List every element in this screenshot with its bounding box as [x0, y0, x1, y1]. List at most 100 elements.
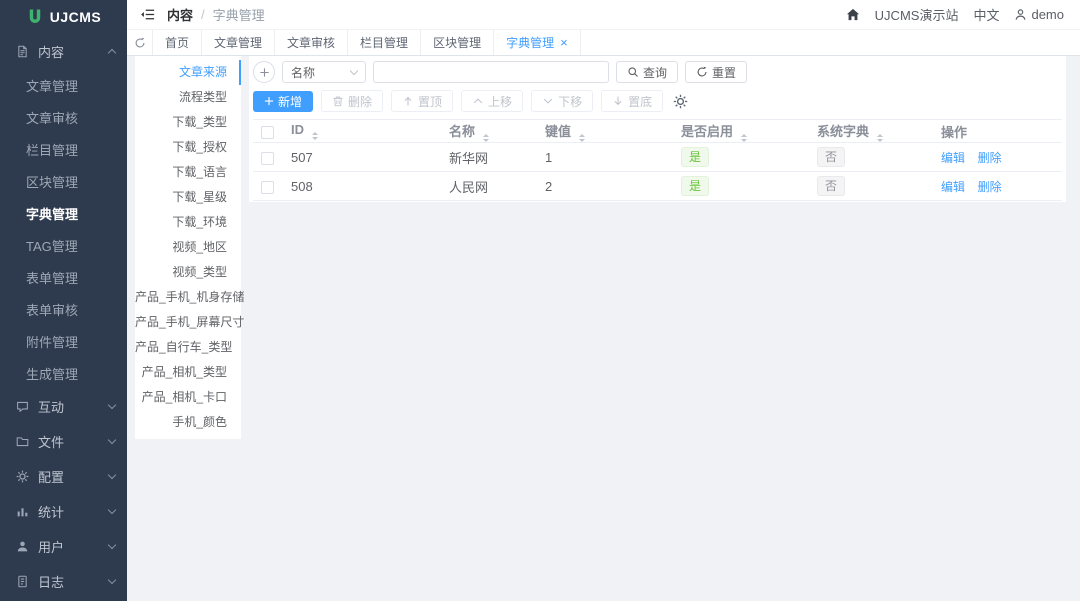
dict-type-item[interactable]: 产品_手机_屏幕尺寸	[135, 310, 244, 335]
filter-field-value: 名称	[291, 65, 316, 80]
sidebar-item-label: 文章审核	[26, 110, 79, 126]
dict-type-item[interactable]: 流程类型	[135, 85, 241, 110]
dict-type-item[interactable]: 视频_类型	[135, 260, 241, 285]
edit-link[interactable]: 编辑	[941, 180, 965, 194]
sidebar-item[interactable]: 日志	[0, 564, 127, 599]
sidebar-item[interactable]: 生成管理	[0, 357, 127, 389]
sidebar-item[interactable]: 配置	[0, 459, 127, 494]
sort-carets[interactable]	[311, 132, 318, 140]
filter-field-select[interactable]: 名称	[282, 61, 366, 83]
system-badge: 否	[817, 176, 846, 196]
sidebar-item[interactable]: TAG管理	[0, 229, 127, 261]
reset-button[interactable]: 重置	[685, 61, 748, 83]
filter-value-input[interactable]	[373, 61, 609, 83]
sidebar-item[interactable]: 互动	[0, 389, 127, 424]
sidebar-fold-button[interactable]	[140, 8, 155, 21]
sort-carets[interactable]	[482, 133, 489, 142]
sidebar-item[interactable]: 表单审核	[0, 293, 127, 325]
delete-button[interactable]: 删除	[321, 90, 384, 112]
tab[interactable]: 首页	[153, 30, 203, 55]
sidebar-item[interactable]: 表单管理	[0, 261, 127, 293]
row-checkbox[interactable]	[260, 151, 274, 165]
sidebar-menu: 内容 文章管理 文章审核 栏目管理 区块管理 字典管理 TAG管理 表单管理 表…	[0, 34, 127, 599]
query-button[interactable]: 查询	[616, 61, 679, 83]
dict-type-label: 文章来源	[178, 65, 227, 79]
user-menu[interactable]: demo	[1014, 7, 1064, 22]
dict-type-item[interactable]: 下载_授权	[135, 135, 241, 160]
brand-logo[interactable]: UJCMS	[0, 2, 127, 32]
sidebar-item[interactable]: 栏目管理	[0, 133, 127, 165]
column-settings-button[interactable]	[673, 94, 688, 109]
dict-type-label: 下载_星级	[172, 190, 227, 204]
brand-name: UJCMS	[49, 9, 102, 25]
sidebar-item-label: 内容	[38, 45, 65, 60]
dict-type-item[interactable]: 产品_自行车_类型	[135, 335, 241, 360]
column-header[interactable]: 键值	[535, 119, 671, 143]
cell-value: 2	[535, 171, 671, 201]
move-top-button[interactable]: 置顶	[391, 90, 454, 112]
site-link[interactable]: UJCMS演示站	[875, 5, 959, 24]
dict-type-item[interactable]: 下载_环境	[135, 210, 241, 235]
add-button[interactable]: 新增	[253, 90, 314, 112]
sidebar-item[interactable]: 附件管理	[0, 325, 127, 357]
dict-type-item[interactable]: 文章来源	[135, 60, 241, 85]
move-down-button[interactable]: 下移	[531, 90, 594, 112]
language-switch[interactable]: 中文	[973, 5, 999, 24]
edit-link[interactable]: 编辑	[941, 151, 965, 165]
dict-type-item[interactable]: 下载_语言	[135, 160, 241, 185]
column-header[interactable]: 操作	[931, 119, 1062, 143]
tab-label: 字典管理	[506, 36, 555, 50]
sidebar-item[interactable]: 用户	[0, 529, 127, 564]
chevron-down-icon	[107, 505, 117, 515]
sort-carets[interactable]	[578, 133, 585, 142]
sidebar-item[interactable]: 文件	[0, 424, 127, 459]
breadcrumb-menu[interactable]: 内容	[167, 5, 193, 24]
dict-type-item[interactable]: 视频_地区	[135, 235, 241, 260]
close-icon[interactable]	[560, 36, 568, 49]
tab-label: 文章管理	[214, 36, 263, 50]
dict-data-table: ID 名称 键值 是否启用 系统字典 操作 507 新华网 1 是 否 编辑 删…	[253, 119, 1062, 201]
move-bottom-button[interactable]: 置底	[601, 90, 664, 112]
tab[interactable]: 区块管理	[421, 30, 495, 55]
sidebar-item-label: 配置	[38, 470, 65, 485]
row-checkbox[interactable]	[260, 180, 274, 194]
delete-link[interactable]: 删除	[978, 151, 1002, 165]
tab[interactable]: 文章管理	[202, 30, 276, 55]
dict-type-item[interactable]: 产品_手机_机身存储	[135, 285, 244, 310]
sidebar-item[interactable]: 统计	[0, 494, 127, 529]
sidebar-item[interactable]: 内容	[0, 34, 127, 69]
column-header[interactable]: 是否启用	[671, 119, 807, 143]
tab[interactable]: 字典管理	[494, 30, 581, 55]
tab[interactable]: 栏目管理	[348, 30, 422, 55]
tab[interactable]: 文章审核	[275, 30, 349, 55]
user-icon	[16, 540, 29, 553]
sidebar-item[interactable]: 字典管理	[0, 197, 127, 229]
tab-label: 栏目管理	[360, 36, 409, 50]
column-header[interactable]: 系统字典	[807, 119, 931, 143]
log-icon	[16, 575, 29, 588]
toolbar-row: 新增 删除 置顶 上移 下移 置底	[253, 90, 1062, 112]
home-button[interactable]	[846, 8, 860, 21]
sidebar-item-label: 区块管理	[26, 174, 79, 190]
sidebar-item[interactable]: 文章审核	[0, 101, 127, 133]
add-filter-button[interactable]	[253, 61, 275, 83]
refresh-tabs-button[interactable]	[127, 30, 153, 55]
delete-link[interactable]: 删除	[978, 180, 1002, 194]
username: demo	[1031, 7, 1064, 22]
dict-type-item[interactable]: 产品_相机_类型	[135, 360, 241, 385]
dict-type-item[interactable]: 下载_星级	[135, 185, 241, 210]
sidebar-item[interactable]: 文章管理	[0, 69, 127, 101]
dict-type-item[interactable]: 产品_相机_卡口	[135, 385, 241, 410]
sort-carets[interactable]	[876, 133, 883, 142]
arrow-down-icon	[614, 96, 622, 106]
select-all-checkbox[interactable]	[260, 125, 274, 139]
dict-type-label: 下载_环境	[172, 215, 227, 229]
sidebar-item[interactable]: 区块管理	[0, 165, 127, 197]
dict-type-item[interactable]: 手机_颜色	[135, 410, 241, 435]
column-header[interactable]: 名称	[439, 119, 535, 143]
sort-carets[interactable]	[740, 133, 747, 142]
dict-type-item[interactable]: 下载_类型	[135, 110, 241, 135]
move-up-button[interactable]: 上移	[461, 90, 524, 112]
column-header[interactable]: ID	[281, 119, 439, 143]
breadcrumb-separator: /	[201, 7, 205, 22]
